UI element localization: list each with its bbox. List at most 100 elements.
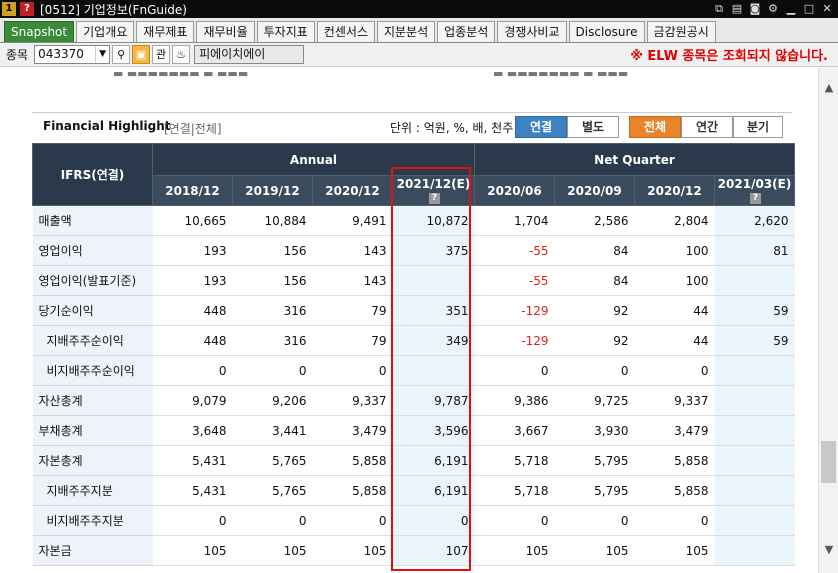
tab-7[interactable]: 업종분석 <box>437 21 496 42</box>
table-cell: 44 <box>634 325 715 356</box>
table-cell: 10,872 <box>392 205 475 236</box>
row-label: 매출액 <box>32 205 153 236</box>
link-icon[interactable]: ⧉ <box>712 2 726 16</box>
vertical-scrollbar[interactable]: ▲ ▼ <box>818 67 838 573</box>
unit-label: 단위 : 억원, %, 배, 천주 <box>390 121 514 135</box>
table-cell: 0 <box>554 505 635 536</box>
toggle-separate[interactable]: 별도 <box>567 116 619 138</box>
scroll-down-icon[interactable]: ▼ <box>819 543 838 561</box>
close-icon[interactable]: ✕ <box>820 2 834 16</box>
info-icon[interactable]: ? <box>750 192 761 204</box>
row-label: 영업이익 <box>32 235 153 266</box>
divider <box>32 112 792 113</box>
table-cell: -55 <box>474 265 555 296</box>
table-cell: 5,431 <box>152 445 233 476</box>
content-area: ▬ ▬▬▬▬▬▬▬ ▬ ▬▬▬ ▬ ▬▬▬▬▬▬▬ ▬ ▬▬▬ Financia… <box>18 67 818 573</box>
col-header-2: 2020/12 <box>312 175 393 206</box>
tab-8[interactable]: 경쟁사비교 <box>497 21 567 42</box>
table-cell: 0 <box>392 505 475 536</box>
row-label: 부채총계 <box>32 415 153 446</box>
legend-fragment-left: ▬ ▬▬▬▬▬▬▬ ▬ ▬▬▬ <box>113 67 249 77</box>
tab-3[interactable]: 재무비율 <box>196 21 255 42</box>
row-label: 비지배주주지분 <box>32 505 153 536</box>
table-cell: 2,586 <box>554 205 635 236</box>
table-cell: 0 <box>634 505 715 536</box>
table-cell: 81 <box>714 235 795 266</box>
table-cell: 5,795 <box>554 445 635 476</box>
table-cell: 105 <box>152 535 233 566</box>
table-cell: 316 <box>232 325 313 356</box>
toggle-annual[interactable]: 연간 <box>681 116 733 138</box>
tab-0[interactable]: Snapshot <box>4 21 75 42</box>
table-cell: 3,930 <box>554 415 635 446</box>
table-row: 매출액 10,665 10,884 9,491 10,872 1,704 2,586 2,80… <box>32 205 795 236</box>
maximize-icon[interactable]: □ <box>802 2 816 16</box>
table-row: 자본총계 5,431 5,765 5,858 6,191 5,718 5,795 5,858 <box>32 445 795 476</box>
table-cell <box>392 265 475 296</box>
tab-5[interactable]: 컨센서스 <box>316 21 375 42</box>
stock-code-input[interactable]: 043370 ▼ <box>34 45 111 64</box>
col-header-1: 2019/12 <box>232 175 313 206</box>
table-cell: 105 <box>232 535 313 566</box>
table-cell: 9,206 <box>232 385 313 416</box>
row-label: 지배주주순이익 <box>32 325 153 356</box>
camera-icon[interactable]: ◙ <box>748 2 762 16</box>
table-cell <box>714 505 795 536</box>
tab-1[interactable]: 기업개요 <box>76 21 135 42</box>
table-cell: 2,620 <box>714 205 795 236</box>
table-row: 비지배주주순이익 0 0 0 0 0 0 <box>32 355 795 386</box>
table-cell: 0 <box>474 505 555 536</box>
scroll-up-icon[interactable]: ▲ <box>819 81 838 99</box>
table-cell: 5,795 <box>554 475 635 506</box>
left-margin <box>0 67 18 573</box>
tab-4[interactable]: 투자지표 <box>256 21 315 42</box>
folder-icon[interactable]: ▣ <box>132 45 151 64</box>
table-cell: 5,431 <box>152 475 233 506</box>
print-icon[interactable]: ▤ <box>730 2 744 16</box>
row-label: 자산총계 <box>32 385 153 416</box>
table-cell: 1,704 <box>474 205 555 236</box>
row-label: 당기순이익 <box>32 295 153 326</box>
table-cell: 9,787 <box>392 385 475 416</box>
table-cell: 5,858 <box>634 475 715 506</box>
table-cell: -129 <box>474 325 555 356</box>
table-cell: 9,725 <box>554 385 635 416</box>
table-cell: -129 <box>474 295 555 326</box>
tab-2[interactable]: 재무제표 <box>136 21 195 42</box>
search-icon[interactable]: ⚲ <box>112 45 131 64</box>
table-row: 자본금 105 105 105 107 105 105 105 <box>32 535 795 566</box>
help-icon[interactable]: ? <box>20 2 34 16</box>
table-cell: 9,337 <box>634 385 715 416</box>
bell-icon[interactable]: ♨ <box>172 45 191 64</box>
info-icon[interactable]: ? <box>429 192 440 204</box>
table-cell <box>714 535 795 566</box>
row-label: 자본금 <box>32 535 153 566</box>
table-cell: 100 <box>634 265 715 296</box>
relation-button[interactable]: 관 <box>152 45 171 64</box>
scroll-thumb[interactable] <box>821 441 836 483</box>
gear-icon[interactable]: ⚙ <box>766 2 780 16</box>
warning-text: ※ ELW 종목은 조회되지 않습니다. <box>630 49 828 64</box>
table-cell: 107 <box>392 535 475 566</box>
table-cell: 0 <box>474 355 555 386</box>
tab-6[interactable]: 지분분석 <box>376 21 436 42</box>
table-cell: 44 <box>634 295 715 326</box>
table-cell: 92 <box>554 325 635 356</box>
table-row: 부채총계 3,648 3,441 3,479 3,596 3,667 3,930 3,479 <box>32 415 795 446</box>
table-cell: 2,804 <box>634 205 715 236</box>
table-cell: 316 <box>232 295 313 326</box>
tab-9[interactable]: Disclosure <box>568 21 645 42</box>
tab-10[interactable]: 금감원공시 <box>646 21 716 42</box>
toggle-quarterly[interactable]: 분기 <box>733 116 783 138</box>
chevron-down-icon[interactable]: ▼ <box>95 46 109 63</box>
table-row: 지배주주지분 5,431 5,765 5,858 6,191 5,718 5,795 5,85… <box>32 475 795 506</box>
toggle-consolidated[interactable]: 연결 <box>515 116 567 138</box>
table-cell: 0 <box>634 355 715 386</box>
minimize-icon[interactable]: ▁ <box>784 2 798 16</box>
row-label: 지배주주지분 <box>32 475 153 506</box>
table-cell: 0 <box>152 355 233 386</box>
toggle-all[interactable]: 전체 <box>629 116 681 138</box>
table-cell: 84 <box>554 265 635 296</box>
table-cell: 79 <box>312 295 393 326</box>
code-label: 종목 <box>6 48 29 62</box>
